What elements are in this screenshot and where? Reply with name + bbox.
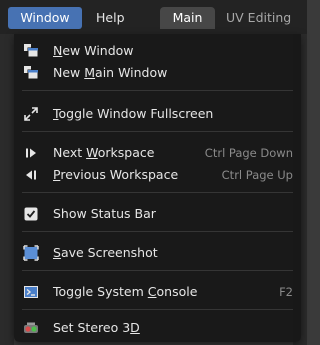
workspace-background-left xyxy=(0,34,14,345)
menu-item-next-workspace[interactable]: Next Workspace Ctrl Page Down xyxy=(14,142,301,164)
menu-item-new-window[interactable]: New Window xyxy=(14,40,301,62)
menu-separator xyxy=(22,270,293,271)
menu-separator xyxy=(22,231,293,232)
console-icon xyxy=(23,284,39,300)
menu-item-previous-workspace[interactable]: Previous Workspace Ctrl Page Up xyxy=(14,164,301,186)
window-dropdown-menu: New Window New Main Window Toggle Window… xyxy=(14,34,301,342)
menu-item-toggle-fullscreen[interactable]: Toggle Window Fullscreen xyxy=(14,103,301,125)
window-menu[interactable]: Window xyxy=(8,7,82,29)
shortcut-label: F2 xyxy=(279,285,293,299)
menu-separator xyxy=(22,90,293,91)
fullscreen-icon xyxy=(23,106,39,122)
shortcut-label: Ctrl Page Down xyxy=(204,146,293,160)
menu-item-set-stereo-3d[interactable]: Set Stereo 3D xyxy=(14,317,301,339)
shortcut-label: Ctrl Page Up xyxy=(221,168,293,182)
menu-item-label: Save Screenshot xyxy=(53,245,158,260)
top-menu-bar: Window Help Main UV Editing xyxy=(0,0,307,34)
new-main-window-icon xyxy=(23,65,39,81)
menu-item-label: Show Status Bar xyxy=(53,206,156,221)
tab-main[interactable]: Main xyxy=(160,7,215,29)
menu-item-label: New Main Window xyxy=(53,65,168,80)
menu-separator xyxy=(22,309,293,310)
menu-separator xyxy=(22,131,293,132)
new-window-icon xyxy=(23,43,39,59)
menu-item-show-status-bar[interactable]: Show Status Bar xyxy=(14,203,301,225)
screenshot-icon xyxy=(23,245,39,261)
checkbox-checked-icon[interactable] xyxy=(23,206,39,222)
menu-item-label: New Window xyxy=(53,43,134,58)
menu-item-new-main-window[interactable]: New Main Window xyxy=(14,62,301,84)
menu-item-save-screenshot[interactable]: Save Screenshot xyxy=(14,242,301,264)
menu-item-label: Toggle System Console xyxy=(53,284,198,299)
menu-item-label: Previous Workspace xyxy=(53,167,179,182)
menu-item-toggle-system-console[interactable]: Toggle System Console F2 xyxy=(14,281,301,303)
menu-item-label: Set Stereo 3D xyxy=(53,320,140,335)
next-icon xyxy=(23,145,39,161)
menu-item-label: Next Workspace xyxy=(53,145,155,160)
help-menu[interactable]: Help xyxy=(96,7,125,29)
menu-separator xyxy=(22,192,293,193)
tab-uv-editing[interactable]: UV Editing xyxy=(226,7,291,29)
stereo-3d-icon xyxy=(23,320,39,336)
previous-icon xyxy=(23,167,39,183)
menu-item-label: Toggle Window Fullscreen xyxy=(53,106,214,121)
